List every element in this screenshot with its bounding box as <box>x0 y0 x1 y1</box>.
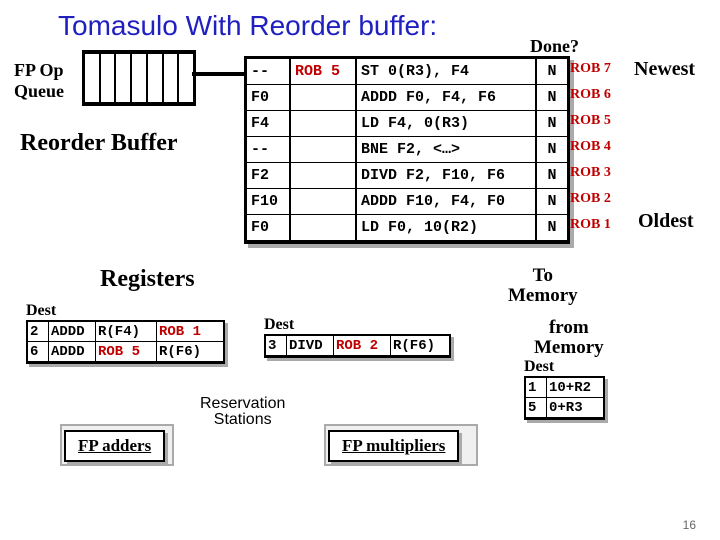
rob-row: F2DIVD F2, F10, F6N <box>247 163 567 189</box>
rs-mem-table: 110+R250+R3 <box>524 376 605 420</box>
reservation-stations-label: Reservation Stations <box>200 396 285 428</box>
newest-label: Newest <box>634 58 695 81</box>
dest-label-mem: Dest <box>524 358 554 376</box>
done-label: Done? <box>530 36 579 57</box>
rob-row: --ROB 5ST 0(R3), F4N <box>247 59 567 85</box>
connector-line <box>192 72 244 76</box>
page-title: Tomasulo With Reorder buffer: <box>58 10 710 42</box>
fp-op-queue-label: FP Op Queue <box>14 60 64 102</box>
fp-adders-unit: FP adders <box>64 430 165 462</box>
rob-entry-names: ROB 7ROB 6ROB 5ROB 4ROB 3ROB 2ROB 1 <box>570 56 611 238</box>
dest-label-mult: Dest <box>264 316 294 334</box>
rob-row: F0ADDD F0, F4, F6N <box>247 85 567 111</box>
registers-label: Registers <box>100 266 195 293</box>
reorder-buffer-label: Reorder Buffer <box>20 130 178 157</box>
fp-op-queue <box>82 50 196 106</box>
from-memory-label: from Memory <box>534 318 604 358</box>
reorder-buffer-table: --ROB 5ST 0(R3), F4NF0ADDD F0, F4, F6NF4… <box>244 56 570 244</box>
page-number: 16 <box>683 518 696 532</box>
rob-row: --BNE F2, <…>N <box>247 137 567 163</box>
rob-row: F0LD F0, 10(R2)N <box>247 215 567 241</box>
fp-multipliers-unit: FP multipliers <box>328 430 459 462</box>
rob-row: F4LD F4, 0(R3)N <box>247 111 567 137</box>
rob-row: F10ADDD F10, F4, F0N <box>247 189 567 215</box>
rs-mult-table: 3DIVDROB 2R(F6) <box>264 334 451 358</box>
to-memory-label: To Memory <box>508 266 578 306</box>
rs-adders-table: 2ADDDR(F4)ROB 16ADDDROB 5R(F6) <box>26 320 225 364</box>
dest-label-adders: Dest <box>26 302 56 320</box>
oldest-label: Oldest <box>638 210 694 233</box>
